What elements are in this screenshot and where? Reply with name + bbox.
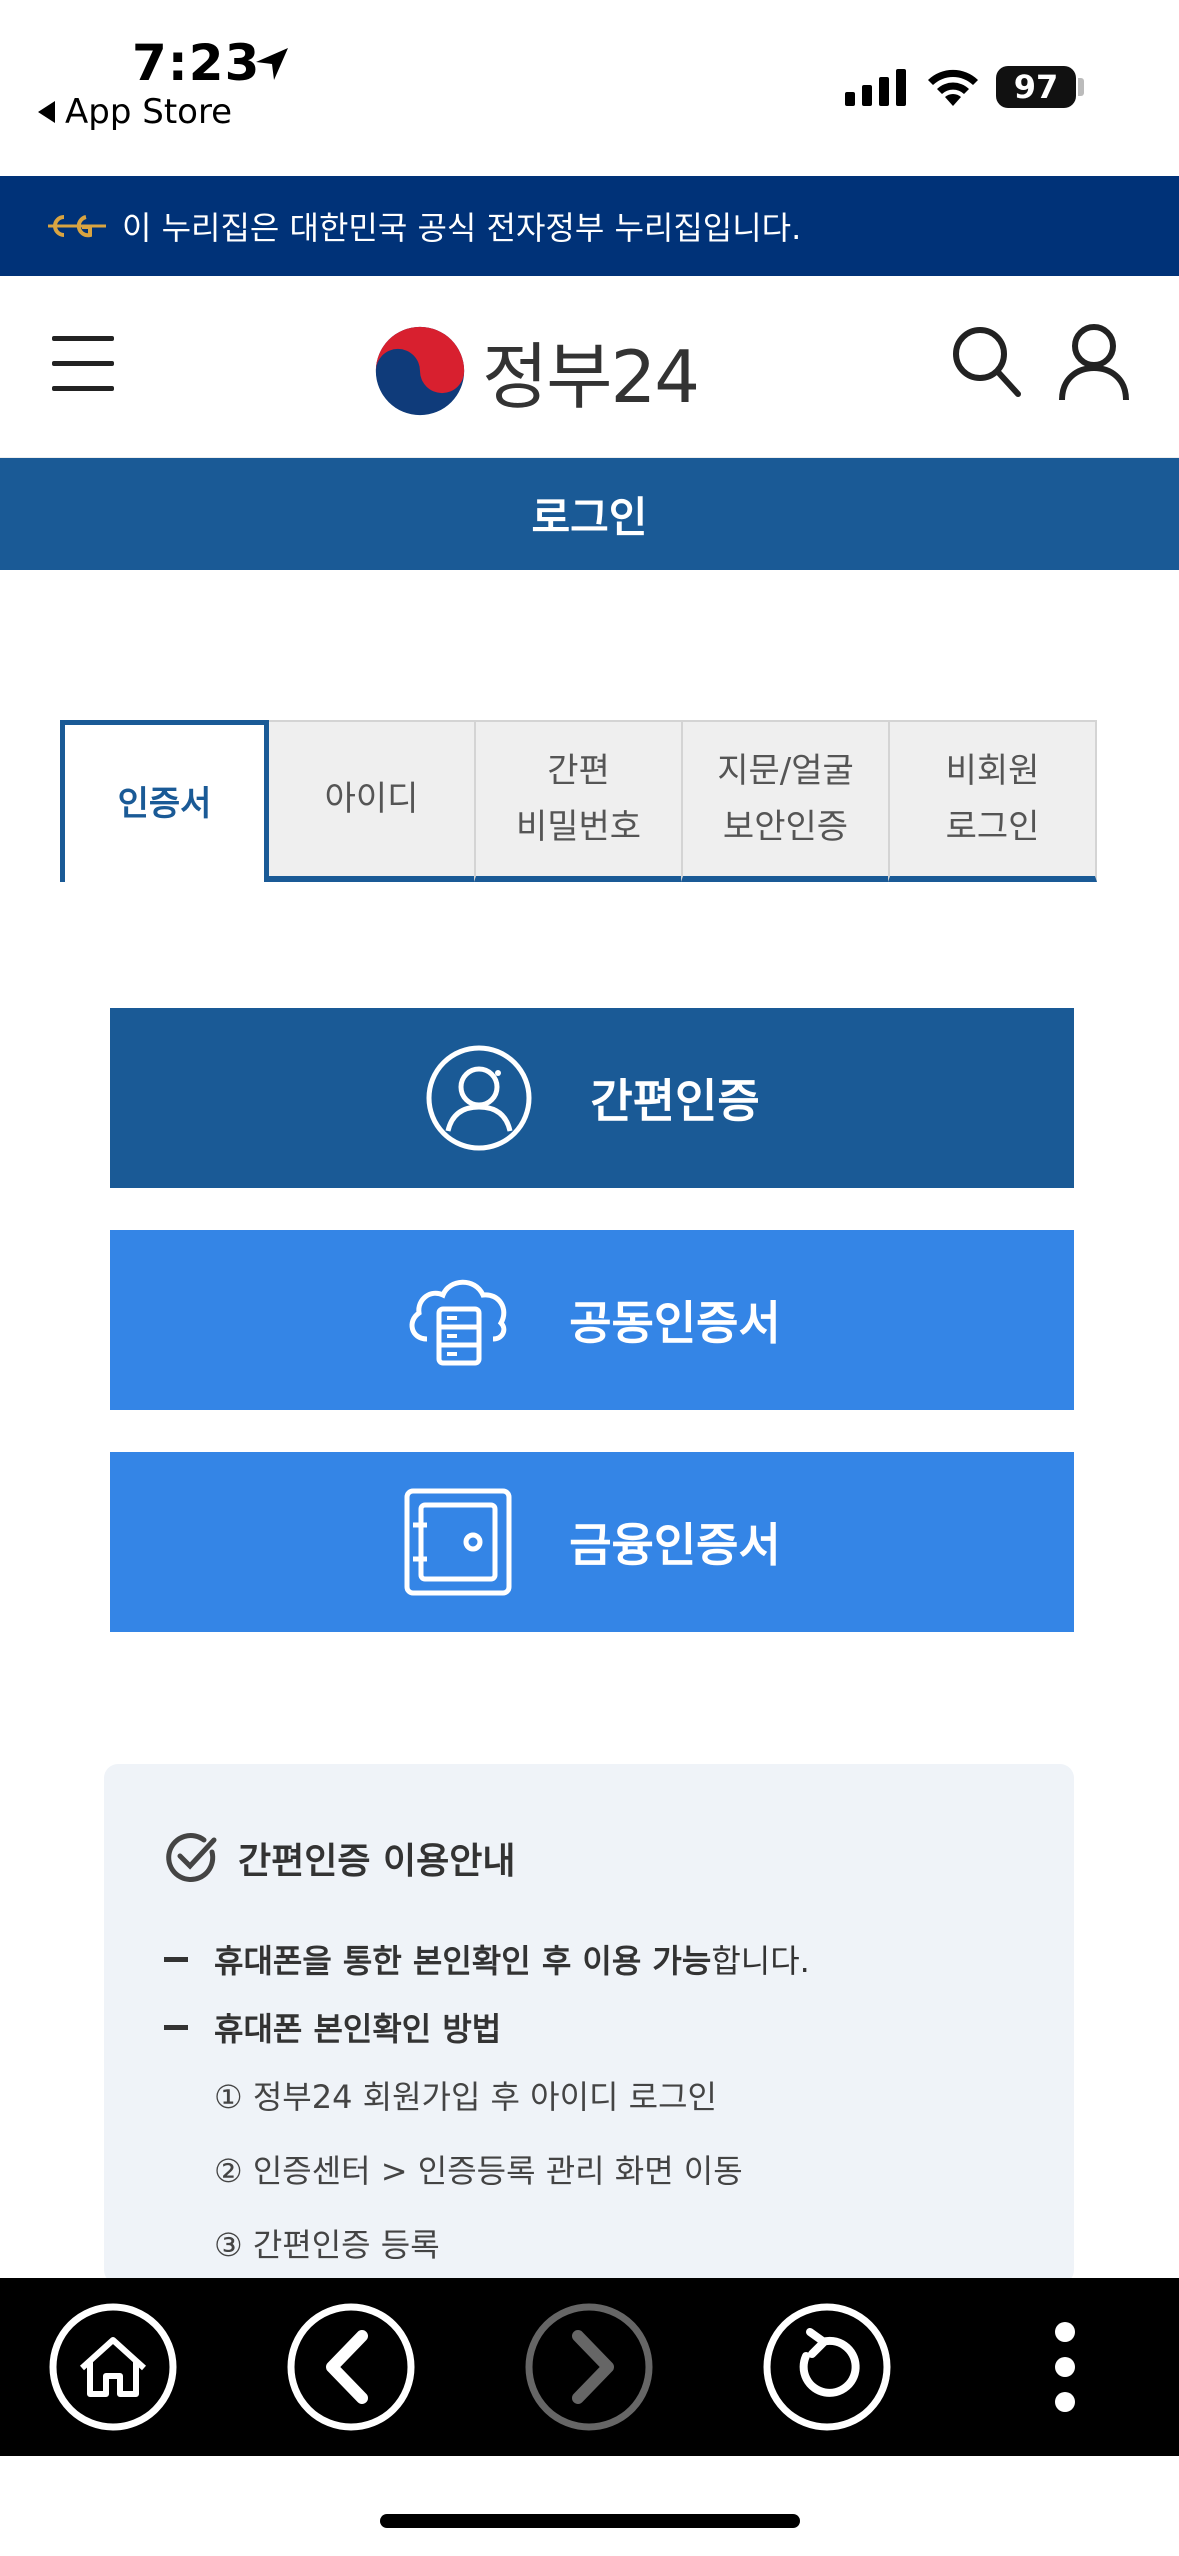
guide-item: 휴대폰 본인확인 방법 — [164, 2004, 1014, 2050]
tab-simple-password[interactable]: 간편 비밀번호 — [474, 720, 683, 882]
browser-toolbar — [0, 2278, 1179, 2456]
taegeuk-logo-icon — [375, 326, 465, 415]
battery-cap — [1078, 78, 1084, 96]
tab-biometric[interactable]: 지문/얼굴 보안인증 — [681, 720, 890, 882]
finance-cert-label: 금융인증서 — [569, 1518, 781, 1572]
simple-auth-button[interactable]: 간편인증 — [110, 1008, 1074, 1188]
guide-item: 휴대폰을 통한 본인확인 후 이용 가능 합니다. — [164, 1936, 1014, 1982]
guide-list: 휴대폰을 통한 본인확인 후 이용 가능 합니다. 휴대폰 본인확인 방법 ① 정… — [164, 1936, 1014, 2266]
cellular-signal-icon — [845, 69, 906, 106]
home-icon[interactable] — [48, 2302, 178, 2432]
back-to-app-link[interactable]: App Store — [38, 92, 232, 132]
guide-item-bold: 휴대폰 본인확인 방법 — [214, 2010, 502, 2048]
gov-official-banner: 이 누리집은 대한민국 공식 전자정부 누리집입니다. — [0, 176, 1179, 276]
gov-symbol-icon — [48, 215, 106, 238]
reload-icon[interactable] — [762, 2302, 892, 2432]
chevron-right-icon[interactable] — [524, 2302, 654, 2432]
guide-step: ① 정부24 회원가입 후 아이디 로그인 — [214, 2078, 717, 2116]
simple-auth-guide: 간편인증 이용안내 휴대폰을 통한 본인확인 후 이용 가능 합니다. 휴대폰 본… — [104, 1764, 1074, 2284]
home-indicator[interactable] — [380, 2514, 800, 2528]
site-logo[interactable]: 정부24 — [372, 318, 700, 423]
page-title: 로그인 — [531, 492, 648, 542]
logo-text: 정부24 — [482, 335, 700, 419]
site-header: 정부24 — [0, 276, 1179, 458]
more-vertical-icon[interactable] — [1030, 2302, 1100, 2432]
guide-item-rest: 합니다. — [711, 1942, 810, 1980]
search-icon[interactable] — [950, 324, 1022, 400]
hamburger-line — [52, 361, 114, 366]
guide-step: ③ 간편인증 등록 — [214, 2226, 440, 2264]
user-icon[interactable] — [1058, 322, 1130, 402]
status-time: 7:23 — [132, 34, 261, 92]
battery-indicator: 97 — [996, 66, 1076, 108]
check-circle-icon — [166, 1833, 217, 1882]
finance-cert-button[interactable]: 금융인증서 — [110, 1452, 1074, 1632]
back-app-label: App Store — [65, 92, 233, 132]
dash-icon — [164, 1956, 188, 1962]
page-title-bar: 로그인 — [0, 458, 1179, 570]
chevron-left-icon[interactable] — [286, 2302, 416, 2432]
joint-cert-button[interactable]: 공동인증서 — [110, 1230, 1074, 1410]
guide-title: 간편인증 이용안내 — [164, 1830, 1014, 1886]
status-bar: 7:23 App Store 97 — [0, 0, 1179, 176]
tab-certificate[interactable]: 인증서 — [60, 720, 269, 882]
guide-item-bold: 휴대폰을 통한 본인확인 후 이용 가능 — [214, 1942, 712, 1980]
guide-title-text: 간편인증 이용안내 — [238, 1841, 516, 1882]
tab-id[interactable]: 아이디 — [267, 720, 476, 882]
location-arrow-icon — [256, 48, 288, 80]
login-method-tabs: 인증서 아이디 간편 비밀번호 지문/얼굴 보안인증 비회원 로그인 — [60, 720, 1106, 882]
dash-icon — [164, 2024, 188, 2030]
person-circle-icon — [426, 1045, 532, 1151]
hamburger-icon — [52, 336, 114, 341]
hamburger-line — [52, 386, 114, 391]
cloud-server-icon — [409, 1279, 507, 1366]
back-triangle-icon — [38, 101, 55, 123]
gov-banner-text: 이 누리집은 대한민국 공식 전자정부 누리집입니다. — [122, 209, 802, 247]
simple-auth-label: 간편인증 — [590, 1074, 760, 1128]
joint-cert-label: 공동인증서 — [569, 1296, 781, 1350]
safe-icon — [404, 1488, 512, 1596]
menu-button[interactable] — [52, 336, 116, 396]
tab-non-member[interactable]: 비회원 로그인 — [888, 720, 1097, 882]
wifi-icon — [928, 69, 978, 106]
guide-step: ② 인증센터 > 인증등록 관리 화면 이동 — [214, 2152, 743, 2190]
